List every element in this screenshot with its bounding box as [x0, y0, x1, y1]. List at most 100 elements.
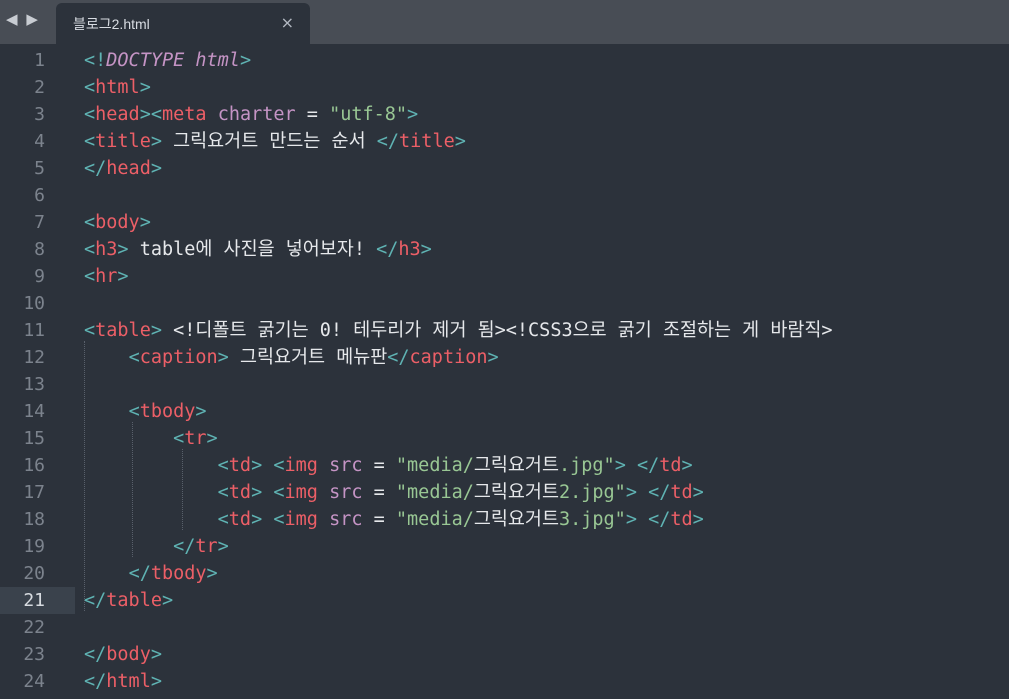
code-token: <	[217, 482, 229, 503]
code-token: >	[139, 77, 151, 98]
code-token: >	[692, 509, 704, 530]
code-line[interactable]: 20 </tbody>	[0, 560, 1009, 587]
code-token: charter	[217, 104, 296, 125]
code-token: >	[150, 671, 162, 692]
code-text: <tr>	[84, 425, 218, 452]
code-token: table에 사진을 넣어보자!	[128, 239, 377, 260]
code-line[interactable]: 19 </tr>	[0, 533, 1009, 560]
code-line[interactable]: 5 </head>	[0, 155, 1009, 182]
code-token: </	[84, 158, 107, 179]
code-token: ><	[139, 104, 162, 125]
code-token: <	[217, 509, 229, 530]
code-line[interactable]: 16 <td> <img src = "media/그릭요거트.jpg"> </…	[0, 452, 1009, 479]
code-token: td	[670, 482, 693, 503]
code-token: >	[681, 455, 693, 476]
code-token: 그릭요거트 메뉴판	[228, 347, 388, 368]
code-token: h3	[398, 239, 421, 260]
code-line[interactable]: 24 </html>	[0, 668, 1009, 695]
arrow-left-icon[interactable]: ◀	[6, 10, 20, 28]
code-token: 그릭요거트	[473, 482, 559, 503]
code-token: <	[128, 347, 140, 368]
code-token: >	[206, 563, 218, 584]
code-token: 그릭요거트	[473, 509, 559, 530]
code-line[interactable]: 14 <tbody>	[0, 398, 1009, 425]
code-token: html	[95, 77, 140, 98]
code-token: table	[95, 320, 151, 341]
code-line[interactable]: 8 <h3> table에 사진을 넣어보자! </h3>	[0, 236, 1009, 263]
code-line[interactable]: 12 <caption> 그릭요거트 메뉴판</caption>	[0, 344, 1009, 371]
line-number: 23	[23, 644, 45, 665]
code-token: >	[487, 347, 499, 368]
code-line[interactable]: 3 <head><meta charter = "utf-8">	[0, 101, 1009, 128]
code-token: >	[150, 131, 162, 152]
code-token: <	[84, 266, 96, 287]
code-line[interactable]: 17 <td> <img src = "media/그릭요거트2.jpg"> <…	[0, 479, 1009, 506]
code-token: img	[284, 455, 318, 476]
code-token: "media/	[395, 482, 474, 503]
tab-navigation: ◀ ▶	[6, 10, 40, 28]
arrow-right-icon[interactable]: ▶	[26, 10, 40, 28]
code-token: src	[329, 482, 363, 503]
code-token: head	[95, 104, 140, 125]
code-token: >	[195, 401, 207, 422]
code-token: .jpg"	[558, 455, 615, 476]
code-text: <!DOCTYPE html>	[84, 47, 251, 74]
code-token: </	[376, 239, 399, 260]
code-token: src	[329, 509, 363, 530]
code-token: </	[387, 347, 410, 368]
tab-file[interactable]: 블로그2.html ×	[56, 3, 310, 44]
code-token: html	[106, 671, 151, 692]
line-number: 8	[34, 239, 45, 260]
line-number: 18	[23, 509, 45, 530]
code-line[interactable]: 21 </table>	[0, 587, 1009, 614]
code-token: title	[399, 131, 455, 152]
code-token: tbody	[139, 401, 196, 422]
code-text: <h3> table에 사진을 넣어보자! </h3>	[84, 236, 432, 263]
code-token: html	[195, 50, 240, 71]
code-token: >	[117, 266, 129, 287]
code-text: <title> 그릭요거트 만드는 순서 </title>	[84, 128, 466, 155]
code-token: > </	[614, 455, 660, 476]
code-line[interactable]: 7 <body>	[0, 209, 1009, 236]
code-token: >	[454, 131, 466, 152]
tab-title: 블로그2.html	[73, 16, 150, 32]
code-line[interactable]: 23 </body>	[0, 641, 1009, 668]
code-line[interactable]: 18 <td> <img src = "media/그릭요거트3.jpg"> <…	[0, 506, 1009, 533]
code-line[interactable]: 10	[0, 290, 1009, 317]
code-line[interactable]: 22	[0, 614, 1009, 641]
code-token: img	[284, 509, 318, 530]
code-token: =	[362, 509, 396, 530]
code-line[interactable]: 11 <table> <!디폴트 굵기는 0! 테두리가 제거 됨><!CSS3으…	[0, 317, 1009, 344]
close-icon[interactable]: ×	[281, 13, 294, 32]
code-token: >	[161, 590, 174, 611]
code-line[interactable]: 13	[0, 371, 1009, 398]
code-token: td	[659, 455, 682, 476]
code-token: <	[84, 104, 96, 125]
code-line[interactable]: 1 <!DOCTYPE html>	[0, 47, 1009, 74]
code-token: > <	[251, 455, 285, 476]
code-line[interactable]: 15 <tr>	[0, 425, 1009, 452]
code-token: >	[239, 50, 252, 71]
code-editor[interactable]: 1 <!DOCTYPE html> 2 <html> 3 <head><meta char…	[0, 44, 1009, 699]
code-line[interactable]: 2 <html>	[0, 74, 1009, 101]
code-token: body	[106, 644, 151, 665]
code-text: </table>	[84, 587, 173, 614]
code-token: >	[217, 536, 229, 557]
code-line[interactable]: 4 <title> 그릭요거트 만드는 순서 </title>	[0, 128, 1009, 155]
line-number: 9	[34, 266, 45, 287]
code-line[interactable]: 6	[0, 182, 1009, 209]
line-number: 7	[34, 212, 45, 233]
code-token: <	[128, 401, 140, 422]
code-token: 3.jpg"	[558, 509, 626, 530]
code-token: <	[84, 131, 96, 152]
code-line[interactable]: 9 <hr>	[0, 263, 1009, 290]
code-token: img	[284, 482, 318, 503]
line-number: 12	[23, 347, 45, 368]
